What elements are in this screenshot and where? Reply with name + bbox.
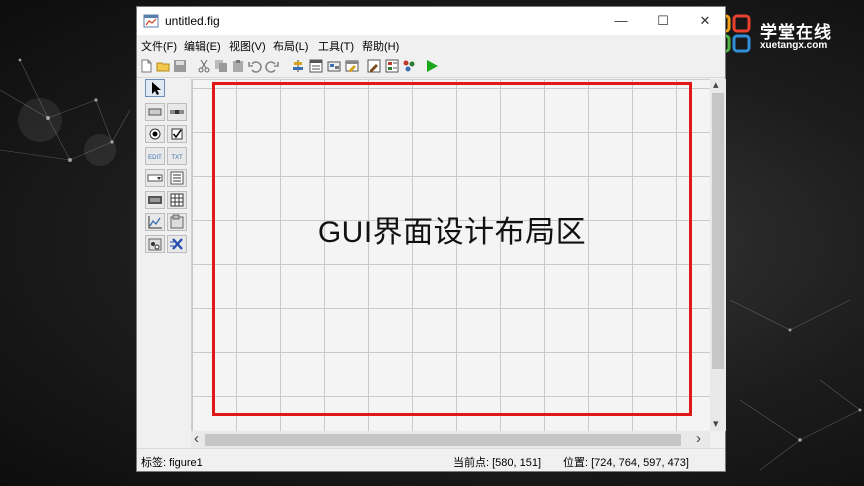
palette-push-button[interactable]	[145, 103, 165, 121]
edit-text-icon: EDIT	[148, 155, 162, 161]
component-palette: EDIT TXT	[141, 79, 189, 257]
paste-icon[interactable]	[231, 59, 245, 73]
palette-select-tool[interactable]	[145, 79, 165, 97]
vertical-scrollbar[interactable]: ▴ ▾	[710, 79, 726, 431]
axes-icon	[148, 216, 162, 229]
table-icon	[170, 193, 184, 207]
menu-bar: 文件(F) 编辑(E) 视图(V) 布局(L) 工具(T) 帮助(H)	[137, 35, 725, 55]
palette-activex-control[interactable]	[167, 235, 187, 253]
panel-icon	[170, 214, 184, 229]
toggle-button-icon	[148, 196, 162, 204]
save-icon[interactable]	[173, 59, 187, 73]
object-browser-icon[interactable]	[402, 59, 416, 73]
toolbar	[137, 55, 725, 78]
close-button[interactable]: ✕	[683, 7, 727, 35]
palette-popup-menu[interactable]	[145, 169, 165, 187]
copy-icon[interactable]	[214, 59, 228, 73]
palette-radio-button[interactable]	[145, 125, 165, 143]
menu-editor-icon[interactable]	[309, 59, 323, 73]
static-text-label: TXT	[171, 155, 183, 161]
scroll-left-arrow-icon[interactable]: ‹	[194, 431, 199, 446]
palette-table[interactable]	[167, 191, 187, 209]
checkbox-icon	[171, 128, 183, 140]
select-arrow-icon	[152, 82, 161, 95]
menu-edit[interactable]: 编辑(E)	[184, 38, 221, 54]
scroll-up-arrow-icon[interactable]: ▴	[713, 78, 719, 92]
palette-checkbox[interactable]	[167, 125, 187, 143]
menu-layout[interactable]: 布局(L)	[273, 38, 308, 54]
menu-tools[interactable]: 工具(T)	[318, 38, 354, 54]
static-text-icon: TXT	[171, 155, 183, 161]
edit-text-label: EDIT	[148, 155, 162, 161]
palette-axes[interactable]	[145, 213, 165, 231]
palette-edit-text[interactable]: EDIT	[145, 147, 165, 165]
menu-view[interactable]: 视图(V)	[229, 38, 266, 54]
minimize-button[interactable]: —	[599, 7, 643, 35]
palette-static-text[interactable]: TXT	[167, 147, 187, 165]
vertical-scroll-thumb[interactable]	[712, 93, 724, 369]
scroll-down-arrow-icon[interactable]: ▾	[713, 417, 719, 431]
undo-icon[interactable]	[248, 59, 262, 73]
palette-listbox[interactable]	[167, 169, 187, 187]
status-current-point: 当前点: [580, 151]	[453, 457, 542, 469]
status-bar: 标签: figure1 当前点: [580, 151] 位置: [724, 76…	[137, 448, 725, 471]
xuetangx-logo: 学堂在线 xuetangx.com	[712, 14, 857, 54]
open-folder-icon[interactable]	[156, 59, 170, 73]
palette-button-group[interactable]	[145, 235, 165, 253]
status-position: 位置: [724, 764, 597, 473]	[563, 457, 689, 469]
scroll-right-arrow-icon[interactable]: ›	[696, 431, 701, 446]
run-icon[interactable]	[425, 59, 439, 73]
horizontal-scrollbar[interactable]: ‹ ›	[191, 431, 710, 449]
guide-window: untitled.fig — ☐ ✕ 文件(F) 编辑(E) 视图(V) 布局(…	[136, 6, 726, 472]
menu-file[interactable]: 文件(F)	[141, 38, 177, 54]
activex-control-icon	[170, 238, 183, 250]
palette-panel[interactable]	[167, 213, 187, 231]
brand-name-en: xuetangx.com	[760, 40, 828, 51]
listbox-icon	[170, 171, 184, 185]
tab-order-icon[interactable]	[327, 59, 341, 73]
align-objects-icon[interactable]	[291, 59, 305, 73]
property-inspector-icon[interactable]	[385, 59, 399, 73]
editor-icon[interactable]	[367, 59, 381, 73]
push-button-icon	[148, 108, 162, 116]
menu-help[interactable]: 帮助(H)	[362, 38, 399, 54]
button-group-icon	[148, 238, 162, 251]
palette-toggle-button[interactable]	[145, 191, 165, 209]
radio-button-icon	[149, 128, 161, 140]
redo-icon[interactable]	[265, 59, 279, 73]
toolbar-editor-icon[interactable]	[345, 59, 359, 73]
horizontal-scroll-thumb[interactable]	[205, 434, 681, 446]
layout-area-annotation: GUI界面设计布局区	[317, 216, 587, 249]
new-file-icon[interactable]	[139, 59, 153, 73]
maximize-button[interactable]: ☐	[641, 7, 685, 35]
window-title: untitled.fig	[165, 14, 220, 28]
palette-slider[interactable]	[167, 103, 187, 121]
cut-icon[interactable]	[197, 59, 211, 73]
title-bar[interactable]: untitled.fig — ☐ ✕	[137, 7, 725, 35]
popup-menu-icon	[147, 174, 163, 182]
figure-app-icon	[143, 14, 159, 28]
slider-icon	[170, 110, 184, 114]
status-tag: 标签: figure1	[141, 457, 203, 469]
layout-area-highlight-frame: GUI界面设计布局区	[212, 82, 692, 416]
